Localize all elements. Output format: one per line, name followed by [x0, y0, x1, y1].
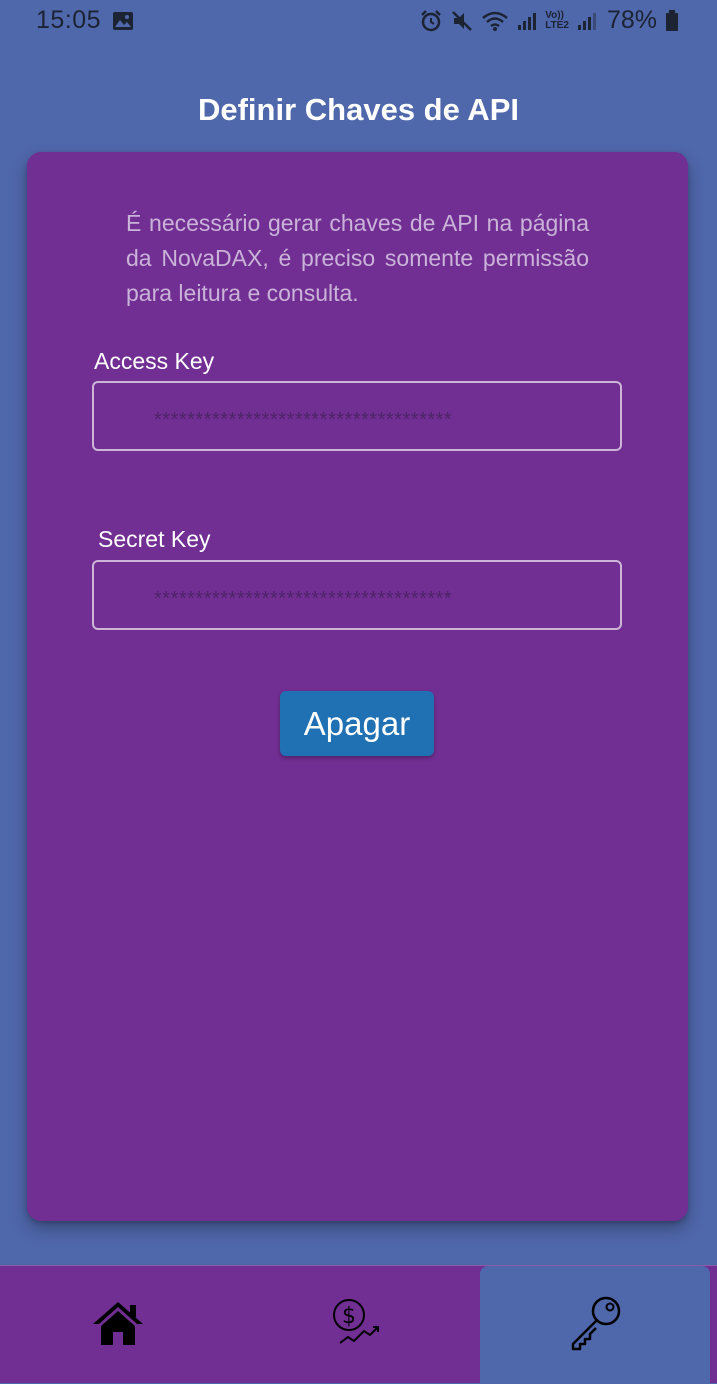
- access-key-input[interactable]: ************************************: [92, 381, 622, 451]
- image-icon: [112, 11, 134, 36]
- nav-investments[interactable]: $: [241, 1266, 471, 1384]
- investment-icon: $: [328, 1295, 384, 1356]
- bottom-nav: $: [0, 1265, 717, 1384]
- access-key-value: ************************************: [154, 408, 453, 431]
- page-title: Definir Chaves de API: [197, 92, 519, 127]
- signal-icon: [517, 11, 537, 31]
- signal-icon-2: [577, 11, 597, 31]
- intro-text: É necessário gerar chaves de API na pági…: [126, 210, 589, 306]
- nav-api-keys[interactable]: [480, 1266, 710, 1384]
- wifi-icon: [481, 10, 509, 32]
- svg-text:$: $: [342, 1304, 356, 1329]
- battery-percent: 78%: [606, 6, 657, 34]
- secret-key-value: ************************************: [154, 587, 453, 610]
- secret-key-input[interactable]: ************************************: [92, 560, 622, 630]
- battery-icon: [665, 9, 679, 32]
- api-keys-card: É necessário gerar chaves de API na pági…: [27, 152, 688, 1221]
- volte-icon: Vo)) LTE2: [545, 9, 569, 31]
- alarm-icon: [419, 9, 443, 33]
- secret-key-label: Secret Key: [98, 526, 211, 552]
- access-key-label: Access Key: [94, 348, 215, 374]
- nav-home[interactable]: [3, 1266, 233, 1384]
- home-icon: [90, 1299, 146, 1352]
- key-icon: [566, 1294, 624, 1357]
- delete-button[interactable]: Apagar: [280, 691, 434, 756]
- status-time: 15:05: [36, 6, 102, 34]
- mute-icon: [451, 10, 473, 32]
- status-bar: 15:05 Vo)) LTE2 78%: [0, 0, 717, 44]
